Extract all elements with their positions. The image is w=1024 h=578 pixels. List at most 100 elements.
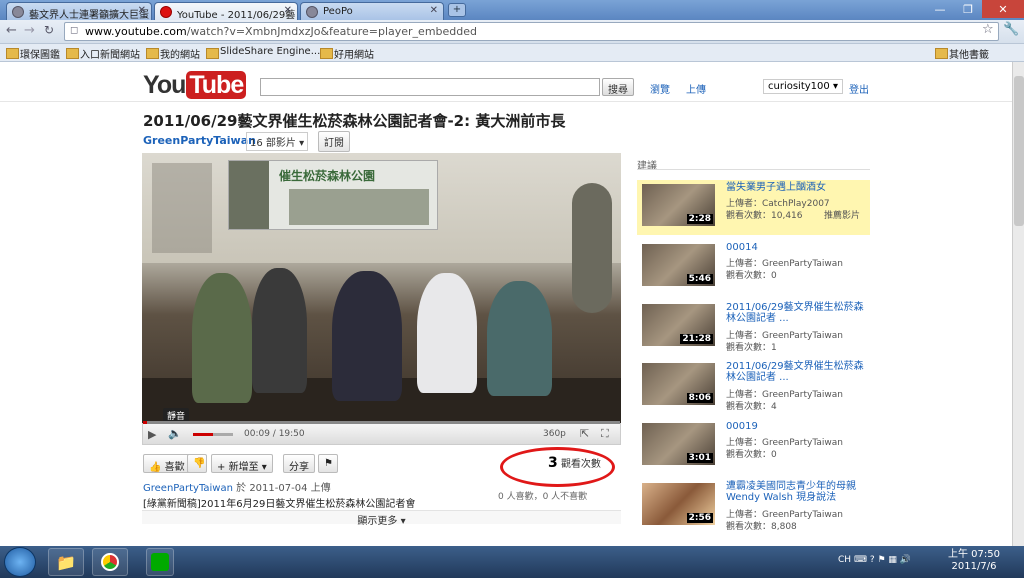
flag-tray-icon[interactable]: ⚑ — [877, 555, 885, 565]
subscribe-button[interactable]: 訂閱 — [318, 131, 350, 152]
bookmark-folder[interactable]: 環保圖鑑 — [6, 46, 60, 61]
windows-taskbar: 📁 CH ⌨ ? ⚑ ▦ 🔊 上午 07:50 2011/7/6 — [0, 546, 1024, 578]
video-plant — [572, 183, 612, 313]
suggested-title[interactable]: 當失業男子遇上酗酒女 — [726, 182, 866, 193]
suggested-title[interactable]: 2011/06/29藝文界催生松菸森林公園記者 ... — [726, 302, 866, 324]
flag-button[interactable]: ⚑ — [318, 454, 338, 473]
app-icon — [151, 553, 169, 571]
youtube-logo[interactable]: You Tube — [143, 71, 247, 100]
wrench-icon[interactable]: 🔧 — [1003, 22, 1019, 37]
app-taskbar-icon[interactable] — [146, 548, 174, 576]
video-thumbnail[interactable]: 5:46 — [642, 244, 715, 286]
chevron-down-icon: ▾ — [299, 138, 305, 149]
video-thumbnail[interactable]: 3:01 — [642, 423, 715, 465]
other-bookmarks[interactable]: 其他書籤 — [935, 46, 989, 61]
quality-selector[interactable]: 360p — [543, 429, 566, 439]
progress-track[interactable] — [143, 421, 620, 424]
scrollbar-thumb[interactable] — [1014, 76, 1024, 226]
bookmarks-bar: 環保圖鑑 入口新聞網站 我的網站 SlideShare Engine... 好用… — [0, 44, 1024, 62]
back-arrow-icon[interactable]: ← — [6, 23, 17, 38]
browser-tab[interactable]: 藝文界人士連署籲擴大巨蛋 ✕ — [6, 2, 152, 20]
like-button[interactable]: 👍 喜歡 — [143, 454, 191, 473]
video-thumbnail[interactable]: 21:28 — [642, 304, 715, 346]
bookmark-folder[interactable]: 入口新聞網站 — [66, 46, 140, 61]
input-language[interactable]: CH — [838, 555, 851, 565]
close-tab-icon[interactable]: ✕ — [138, 5, 146, 16]
page-scrollbar[interactable] — [1012, 62, 1024, 546]
suggested-views: 觀看次數：0 — [726, 271, 777, 281]
maximize-icon[interactable]: ❐ — [954, 0, 982, 18]
search-input[interactable] — [260, 78, 600, 96]
suggested-video[interactable]: 2:28 當失業男子遇上酗酒女 上傳者：CatchPlay2007 觀看次數：1… — [637, 180, 870, 235]
close-tab-icon[interactable]: ✕ — [284, 5, 292, 16]
uploader-link[interactable]: GreenPartyTaiwan — [143, 483, 233, 494]
browser-tab[interactable]: PeoPo ✕ — [300, 2, 444, 20]
volume-tray-icon[interactable]: 🔊 — [900, 555, 911, 565]
bookmark-link[interactable]: SlideShare Engine... — [206, 46, 320, 59]
suggested-video[interactable]: 21:28 2011/06/29藝文界催生松菸森林公園記者 ... 上傳者：Gr… — [637, 300, 870, 355]
bookmark-star-icon[interactable]: ☆ — [982, 22, 994, 37]
chrome-icon — [101, 553, 119, 571]
chrome-taskbar-icon[interactable] — [92, 548, 128, 576]
suggested-title[interactable]: 遭霸凌美國同志青少年的母親Wendy Walsh 現身說法 — [726, 481, 866, 503]
suggested-views: 觀看次數：4 — [726, 402, 777, 412]
explorer-taskbar-icon[interactable]: 📁 — [48, 548, 84, 576]
banner-photo — [289, 189, 429, 225]
show-more-button[interactable]: 顯示更多 ▾ — [142, 510, 621, 527]
add-to-button[interactable]: + 新增至 ▾ — [211, 454, 273, 473]
video-person — [417, 273, 477, 393]
address-bar[interactable]: ◻ www.youtube.com/watch?v=XmbnJmdxzJo&fe… — [64, 22, 999, 41]
dislike-button[interactable]: 👎 — [187, 454, 207, 473]
suggested-video[interactable]: 5:46 00014 上傳者：GreenPartyTaiwan 觀看次數：0 — [637, 240, 870, 295]
volume-fill — [193, 433, 213, 436]
chevron-down-icon: ▾ — [261, 462, 267, 473]
suggested-video[interactable]: 3:01 00019 上傳者：GreenPartyTaiwan 觀看次數：0 — [637, 419, 870, 474]
suggested-title[interactable]: 00014 — [726, 242, 866, 253]
upload-info: GreenPartyTaiwan 於 2011-07-04 上傳 — [143, 483, 331, 494]
signout-link[interactable]: 登出 — [849, 81, 869, 96]
youtube-header: You Tube 搜尋 瀏覽 上傳 curiosity100 ▾ 登出 — [0, 62, 1012, 102]
chevron-down-icon: ▾ — [832, 81, 838, 92]
close-tab-icon[interactable]: ✕ — [430, 5, 438, 16]
start-button[interactable] — [4, 547, 36, 577]
youtube-favicon-icon — [160, 6, 172, 18]
popout-icon[interactable]: ⇱ — [580, 427, 589, 440]
suggested-title[interactable]: 2011/06/29藝文界催生松菸森林公園記者 ... — [726, 361, 866, 383]
video-count-dropdown[interactable]: 16 部影片 ▾ — [246, 132, 309, 151]
page-icon: ◻ — [70, 25, 79, 36]
progress-fill — [143, 421, 147, 424]
forward-arrow-icon[interactable]: → — [24, 23, 35, 38]
reload-icon[interactable]: ↻ — [44, 23, 54, 37]
fullscreen-icon[interactable]: ⛶ — [601, 427, 609, 441]
suggested-title[interactable]: 00019 — [726, 421, 866, 432]
chevron-down-icon: ▾ — [400, 516, 406, 527]
video-wall-poster — [152, 163, 212, 253]
minimize-icon[interactable]: — — [926, 0, 954, 18]
video-thumbnail[interactable]: 8:06 — [642, 363, 715, 405]
suggested-video[interactable]: 8:06 2011/06/29藝文界催生松菸森林公園記者 ... 上傳者：Gre… — [637, 359, 870, 414]
share-button[interactable]: 分享 — [283, 454, 315, 473]
bookmark-folder[interactable]: 我的網站 — [146, 46, 200, 61]
speaker-icon[interactable]: 🔈 — [168, 427, 182, 440]
volume-slider[interactable] — [193, 433, 233, 436]
suggested-video[interactable]: 2:56 遭霸凌美國同志青少年的母親Wendy Walsh 現身說法 上傳者：G… — [637, 479, 870, 534]
browser-tab-active[interactable]: YouTube - 2011/06/29藝 ✕ — [154, 2, 298, 20]
new-tab-button[interactable]: + — [448, 3, 466, 17]
channel-link[interactable]: GreenPartyTaiwan — [143, 134, 256, 147]
network-icon[interactable]: ▦ — [888, 555, 897, 565]
suggested-views: 觀看次數：1 — [726, 343, 777, 353]
user-menu[interactable]: curiosity100 ▾ — [763, 79, 843, 94]
system-clock[interactable]: 上午 07:50 2011/7/6 — [948, 549, 1000, 573]
help-icon[interactable]: ? — [870, 555, 875, 565]
search-button[interactable]: 搜尋 — [602, 78, 634, 96]
video-thumbnail[interactable]: 2:28 — [642, 184, 715, 226]
nav-upload-link[interactable]: 上傳 — [686, 81, 706, 96]
video-thumbnail[interactable]: 2:56 — [642, 483, 715, 525]
play-icon[interactable]: ▶ — [148, 428, 156, 441]
red-annotation-circle — [500, 447, 615, 487]
close-window-icon[interactable]: ✕ — [982, 0, 1024, 18]
keyboard-icon[interactable]: ⌨ — [854, 555, 867, 565]
player-controls: ▶ 🔈 00:09 / 19:50 360p ⇱ ⛶ — [142, 421, 621, 445]
bookmark-folder[interactable]: 好用網站 — [320, 46, 374, 61]
nav-browse-link[interactable]: 瀏覽 — [650, 81, 670, 96]
